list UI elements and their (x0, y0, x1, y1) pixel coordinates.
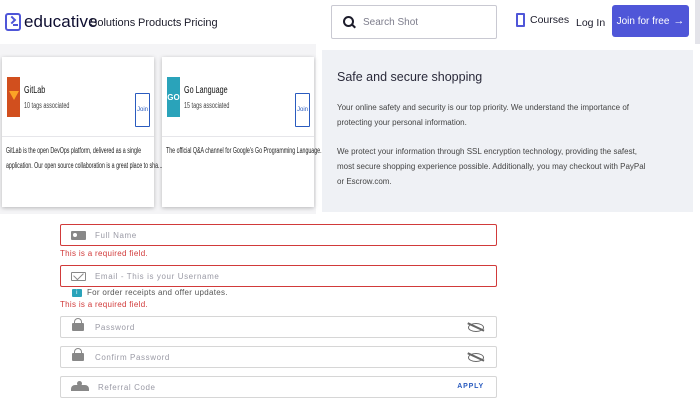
join-label: Join for free (616, 15, 670, 27)
card-description-line: application. Our open source collaborati… (6, 161, 163, 170)
gitlab-icon (7, 77, 20, 117)
group-icon (71, 380, 89, 391)
email-error: This is a required field. (60, 300, 148, 309)
card-name: GitLab (24, 85, 46, 96)
card-description-line: The official Q&A channel for Google's Go… (166, 146, 322, 155)
card-header: GO Go Language 15 tags associated Join (162, 57, 314, 137)
secure-line: or Escrow.com. (337, 177, 392, 186)
search-box[interactable] (331, 5, 497, 39)
full-name-input[interactable] (95, 230, 395, 240)
info-icon: i (72, 288, 82, 297)
confirm-password-field[interactable] (60, 346, 497, 368)
email-note-text: For order receipts and offer updates. (87, 288, 228, 297)
apply-button[interactable]: APPLY (457, 383, 484, 390)
courses-link[interactable]: Courses (516, 13, 569, 27)
card-header: GitLab 10 tags associated Join (2, 57, 154, 137)
full-name-field[interactable] (60, 224, 497, 246)
lock-icon (72, 348, 84, 361)
scrollbar[interactable] (695, 0, 700, 44)
card-join-button[interactable]: Join (295, 93, 310, 127)
password-field[interactable] (60, 316, 497, 338)
id-card-icon (71, 230, 86, 240)
lock-icon (72, 318, 84, 331)
secure-title: Safe and secure shopping (337, 70, 483, 84)
mail-icon (71, 271, 86, 281)
card-join-button[interactable]: Join (135, 93, 150, 127)
card-description-line: GitLab is the open DevOps platform, deli… (6, 146, 142, 155)
terminal-logo-icon (5, 13, 21, 31)
confirm-password-input[interactable] (95, 352, 395, 362)
secure-line: most secure shopping experience possible… (337, 162, 646, 171)
password-input[interactable] (95, 322, 395, 332)
go-language-icon: GO (167, 77, 180, 117)
arrow-right-icon: → (673, 15, 685, 27)
secure-line: Your online safety and security is our t… (337, 103, 630, 112)
search-input[interactable] (363, 16, 493, 28)
eye-off-icon[interactable] (468, 353, 484, 362)
card-description: The official Q&A channel for Google's Go… (166, 143, 322, 158)
email-note: i For order receipts and offer updates. (72, 288, 228, 297)
email-input[interactable] (95, 271, 395, 281)
nav-pricing[interactable]: Pricing (184, 17, 218, 29)
community-card-gitlab[interactable]: GitLab 10 tags associated Join GitLab is… (2, 57, 163, 207)
card-name: Go Language (184, 85, 228, 96)
referral-code-input[interactable] (98, 382, 398, 392)
secure-line: protecting your personal information. (337, 118, 467, 127)
courses-label: Courses (530, 14, 570, 26)
full-name-error: This is a required field. (60, 249, 148, 258)
email-field[interactable] (60, 265, 497, 287)
secure-shopping-panel: Safe and secure shopping Your online saf… (322, 50, 693, 212)
community-card-go[interactable]: GO Go Language 15 tags associated Join T… (162, 57, 322, 207)
search-icon (343, 16, 355, 28)
book-icon (516, 13, 525, 27)
secure-paragraph-2: We protect your information through SSL … (337, 144, 678, 189)
referral-code-field[interactable]: APPLY (60, 376, 497, 398)
card-subtitle: 10 tags associated (24, 101, 70, 110)
card-description: GitLab is the open DevOps platform, deli… (6, 143, 163, 173)
card-subtitle: 15 tags associated (184, 101, 230, 110)
logo-text: educative (24, 12, 98, 31)
login-link[interactable]: Log In (576, 17, 605, 29)
educative-logo[interactable]: educative (5, 12, 98, 32)
eye-off-icon[interactable] (468, 323, 484, 332)
join-for-free-button[interactable]: Join for free → (612, 5, 689, 37)
nav-solutions[interactable]: Solutions (90, 17, 135, 29)
secure-line: We protect your information through SSL … (337, 147, 638, 156)
nav-products[interactable]: Products (138, 17, 181, 29)
secure-paragraph-1: Your online safety and security is our t… (337, 100, 678, 130)
